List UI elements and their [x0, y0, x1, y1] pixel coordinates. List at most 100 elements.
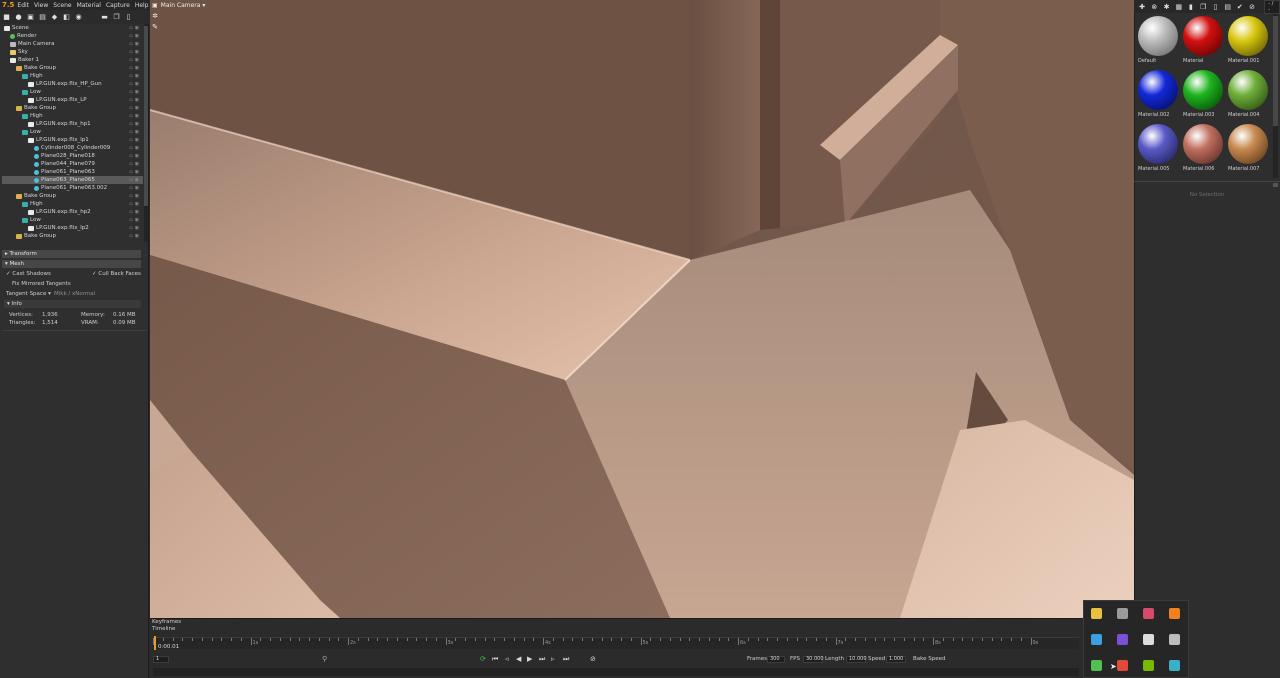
visibility-eye-icon[interactable]: ▫◉: [129, 129, 141, 135]
scene-tree-item[interactable]: High ▫◉: [2, 72, 143, 80]
menu-help[interactable]: Help: [135, 2, 149, 9]
visibility-eye-icon[interactable]: ▫◉: [129, 145, 141, 151]
trash-icon[interactable]: ▯: [124, 13, 133, 22]
menu-material[interactable]: Material: [77, 2, 101, 9]
skip-end-icon[interactable]: ⏭: [563, 655, 569, 664]
visibility-eye-icon[interactable]: ▫◉: [129, 113, 141, 119]
settings-icon[interactable]: ⊘: [590, 655, 596, 663]
scene-tree-item[interactable]: LP.GUN.exp.flix_LP ▫◉: [2, 96, 143, 104]
visibility-eye-icon[interactable]: ▫◉: [129, 41, 141, 47]
scene-tree-item[interactable]: High ▫◉: [2, 200, 143, 208]
visibility-eye-icon[interactable]: ▫◉: [129, 121, 141, 127]
scene-tree-item[interactable]: Main Camera ▫◉: [2, 40, 143, 48]
trash-icon[interactable]: ▮: [1187, 2, 1195, 11]
scene-tree-item[interactable]: Bake Group ▫◉: [2, 232, 143, 240]
visibility-eye-icon[interactable]: ▫◉: [129, 105, 141, 111]
visibility-eye-icon[interactable]: ▫◉: [129, 137, 141, 143]
scene-tree-item[interactable]: LP.GUN.exp.flix_hp2 ▫◉: [2, 208, 143, 216]
timeline-ruler[interactable]: 1s 2s 3s 4s 5s 6s 7s 8s 9s: [153, 637, 1079, 649]
next-frame-icon[interactable]: ▹: [551, 655, 555, 663]
scene-tree-item[interactable]: Plane044_Plane079 ▫◉: [2, 160, 143, 168]
scene-tree-item[interactable]: Bake Group ▫◉: [2, 104, 143, 112]
visibility-eye-icon[interactable]: ▫◉: [129, 201, 141, 207]
timeline-scrollbar[interactable]: [153, 668, 1079, 676]
chrome-icon[interactable]: [1117, 660, 1128, 671]
pen-icon[interactable]: [1169, 634, 1180, 645]
info-section[interactable]: ▾ Info: [4, 300, 141, 308]
grid-icon[interactable]: ▦: [1175, 2, 1183, 11]
material-swatch[interactable]: Material.005: [1134, 122, 1179, 176]
material-swatch[interactable]: Material.002: [1134, 68, 1179, 122]
tangent-space-select[interactable]: Mikk / xNormal: [54, 291, 95, 297]
material-swatch[interactable]: Default: [1134, 14, 1179, 68]
fps-field[interactable]: 30.000: [803, 656, 824, 663]
export-icon[interactable]: ▤: [1224, 2, 1232, 11]
zoom-field[interactable]: - / -: [1264, 0, 1280, 14]
scene-tree-item[interactable]: Cylinder008_Cylinder009 ▫◉: [2, 144, 143, 152]
scene-tree-item[interactable]: Bake Group ▫◉: [2, 64, 143, 72]
visibility-eye-icon[interactable]: ▫◉: [129, 161, 141, 167]
camera-icon[interactable]: ▣: [26, 13, 35, 22]
scene-tree-item[interactable]: Low ▫◉: [2, 216, 143, 224]
visibility-eye-icon[interactable]: ▫◉: [129, 209, 141, 215]
gear-icon[interactable]: ✲: [152, 12, 158, 20]
visibility-eye-icon[interactable]: ▫◉: [129, 177, 141, 183]
length-field[interactable]: 10.000: [846, 656, 867, 663]
visibility-eye-icon[interactable]: ▫◉: [129, 193, 141, 199]
fix-mirrored-checkbox[interactable]: Fix Mirrored Tangents: [12, 281, 71, 287]
next-icon[interactable]: ⏭: [539, 655, 545, 664]
visibility-eye-icon[interactable]: ▫◉: [129, 25, 141, 31]
visibility-eye-icon[interactable]: ▫◉: [129, 49, 141, 55]
telegram-icon[interactable]: [1091, 634, 1102, 645]
sphere-icon[interactable]: ◉: [74, 13, 83, 22]
scene-tree-item[interactable]: Bake Group ▫◉: [2, 192, 143, 200]
scene-tree-item[interactable]: Plane063_Plane065 ▫◉: [2, 176, 143, 184]
mesh-icon[interactable]: ◧: [62, 13, 71, 22]
visibility-eye-icon[interactable]: ▫◉: [129, 81, 141, 87]
nvidia-icon[interactable]: [1143, 660, 1154, 671]
shield-icon[interactable]: [1091, 608, 1102, 619]
asterisk-icon[interactable]: ✱: [1162, 2, 1170, 11]
light-icon[interactable]: ●: [14, 13, 23, 22]
scene-tree-item[interactable]: LP.GUN.exp.flix_hp1 ▫◉: [2, 120, 143, 128]
visibility-eye-icon[interactable]: ▫◉: [129, 153, 141, 159]
tool-icon[interactable]: [1169, 608, 1180, 619]
menu-edit[interactable]: Edit: [17, 2, 29, 9]
visibility-eye-icon[interactable]: ▫◉: [129, 33, 141, 39]
material-scrollbar[interactable]: [1273, 14, 1278, 178]
link-icon[interactable]: ⊗: [1150, 2, 1158, 11]
cube-icon[interactable]: ■: [2, 13, 11, 22]
visibility-eye-icon[interactable]: ▫◉: [129, 225, 141, 231]
doc-icon[interactable]: ▯: [1211, 2, 1219, 11]
color-picker-icon[interactable]: [1143, 608, 1154, 619]
mesh-section[interactable]: ▾ Mesh: [2, 260, 141, 268]
material-swatch[interactable]: Material.004: [1224, 68, 1269, 122]
loop-icon[interactable]: ⟳: [480, 655, 486, 663]
visibility-eye-icon[interactable]: ▫◉: [129, 57, 141, 63]
eyedropper-icon[interactable]: ✎: [152, 23, 158, 31]
cull-back-faces-checkbox[interactable]: ✓ Cull Back Faces: [92, 271, 141, 277]
cursor-icon[interactable]: [1143, 634, 1154, 645]
speed-field[interactable]: 1.000: [886, 656, 906, 663]
cast-shadows-checkbox[interactable]: ✓ Cast Shadows: [6, 271, 51, 277]
block-icon[interactable]: ⊘: [1248, 2, 1256, 11]
camera-selector[interactable]: ▣ Main Camera ▾: [150, 0, 310, 10]
visibility-eye-icon[interactable]: ▫◉: [129, 233, 141, 239]
visibility-eye-icon[interactable]: ▫◉: [129, 89, 141, 95]
visibility-eye-icon[interactable]: ▫◉: [129, 97, 141, 103]
scene-tree-item[interactable]: LP.GUN.exp.flix_HP_Gun ▫◉: [2, 80, 143, 88]
playhead[interactable]: [154, 636, 156, 650]
display-icon[interactable]: [1117, 634, 1128, 645]
scene-tree-item[interactable]: Plane028_Plane018 ▫◉: [2, 152, 143, 160]
scene-tree-item[interactable]: LP.GUN.exp.flix_lp2 ▫◉: [2, 224, 143, 232]
visibility-eye-icon[interactable]: ▫◉: [129, 217, 141, 223]
material-swatch[interactable]: Material.007: [1224, 122, 1269, 176]
sync-icon[interactable]: [1091, 660, 1102, 671]
duplicate-icon[interactable]: ❐: [112, 13, 121, 22]
skip-start-icon[interactable]: ⏮: [492, 655, 498, 664]
material-swatch[interactable]: Material: [1179, 14, 1224, 68]
scene-tree-item[interactable]: Low ▫◉: [2, 88, 143, 96]
scene-tree-item[interactable]: Sky ▫◉: [2, 48, 143, 56]
frames-field[interactable]: 300: [767, 656, 785, 663]
material-swatch[interactable]: Material.006: [1179, 122, 1224, 176]
